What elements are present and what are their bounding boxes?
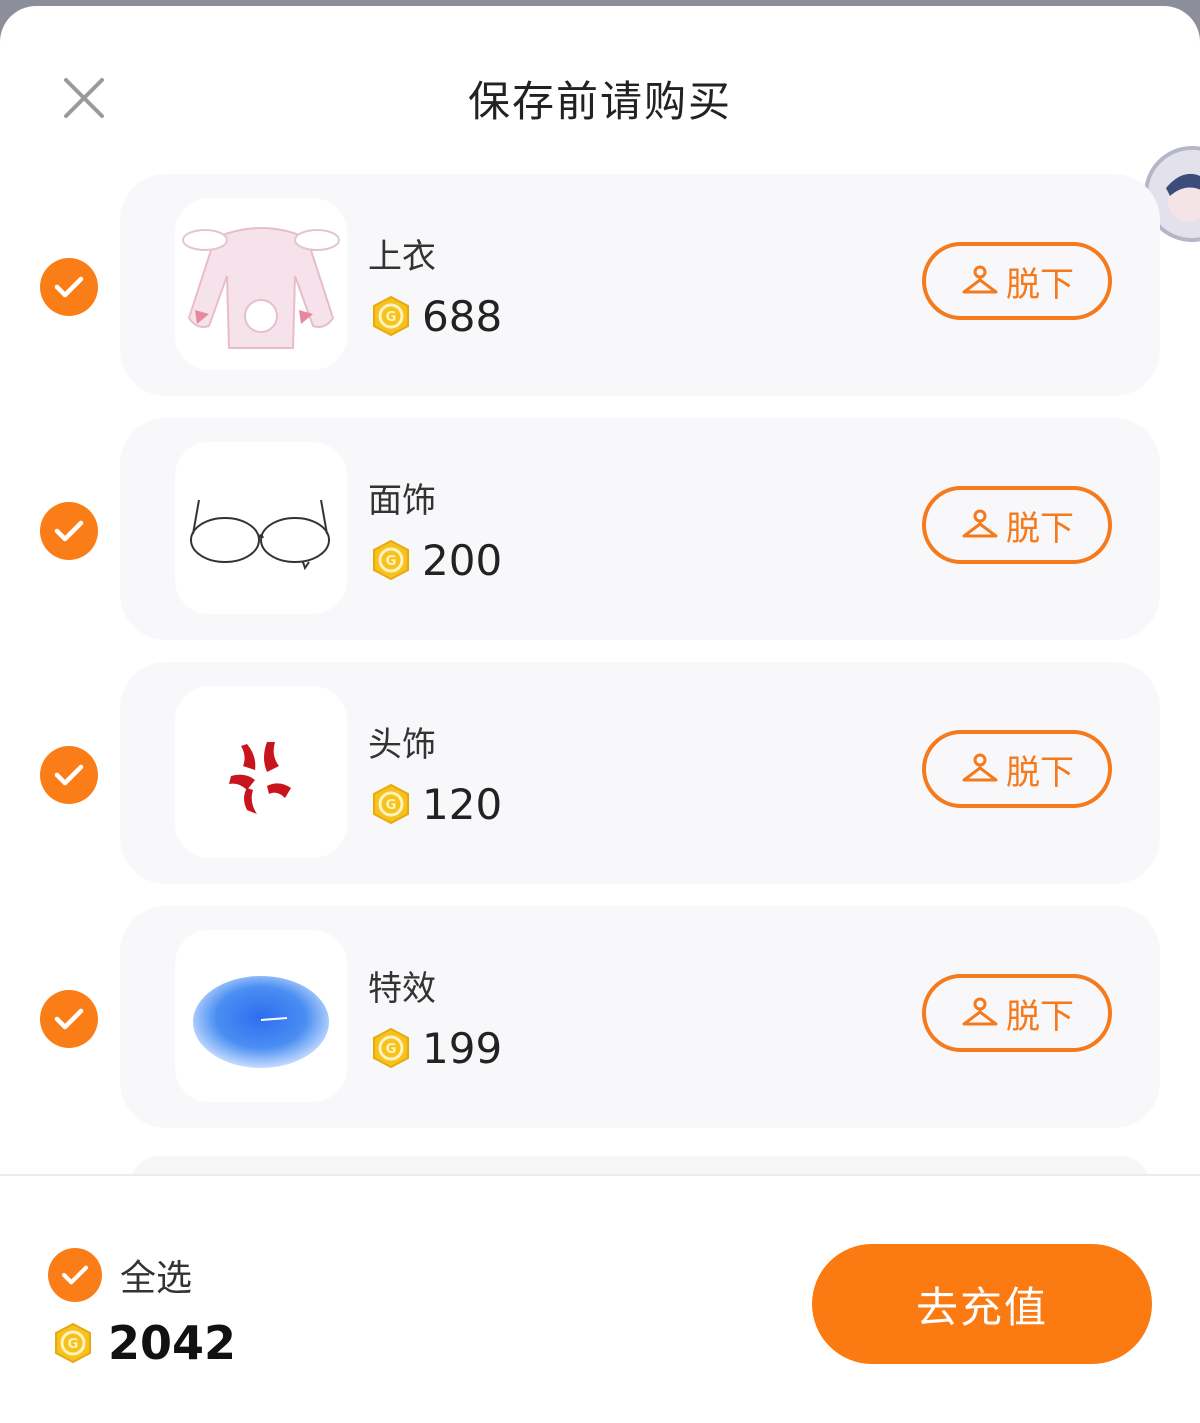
hanger-icon <box>962 509 998 538</box>
coin-icon: G <box>55 1322 91 1364</box>
item-price-value: 199 <box>422 1023 503 1073</box>
svg-text:G: G <box>386 310 397 325</box>
list-item: 特效 G 199 脱下 <box>120 906 1160 1128</box>
item-thumbnail-face <box>175 442 347 614</box>
list-item: 头饰 G 120 脱下 <box>120 662 1160 884</box>
item-name: 头饰 <box>368 725 436 765</box>
hanger-icon <box>962 753 998 782</box>
coin-icon: G <box>373 539 409 581</box>
svg-text:G: G <box>386 1042 397 1057</box>
unequip-label: 脱下 <box>1006 264 1074 305</box>
select-all-checkbox[interactable] <box>48 1248 102 1302</box>
svg-text:G: G <box>386 798 397 813</box>
unequip-button[interactable]: 脱下 <box>922 242 1112 320</box>
svg-text:G: G <box>386 554 397 569</box>
item-name: 上衣 <box>368 237 436 277</box>
check-icon <box>54 1008 84 1030</box>
hanger-icon <box>962 997 998 1026</box>
select-all-label: 全选 <box>120 1258 193 1299</box>
item-price-value: 200 <box>422 535 503 585</box>
check-icon <box>54 520 84 542</box>
list-item: 上衣 G 688 脱下 <box>120 174 1160 396</box>
purchase-dialog: 保存前请购买 上衣 G 688 脱下 面饰 G 200 脱下 头饰 G 120 … <box>0 6 1200 1423</box>
item-thumbnail-head <box>175 686 347 858</box>
select-all-toggle[interactable]: 全选 <box>48 1248 192 1302</box>
unequip-button[interactable]: 脱下 <box>922 730 1112 808</box>
item-price: G 120 <box>370 779 503 829</box>
item-name: 面饰 <box>368 481 436 521</box>
item-price: G 199 <box>370 1023 503 1073</box>
dialog-title: 保存前请购买 <box>467 77 732 126</box>
anger-symbol-image <box>229 742 291 814</box>
check-icon <box>54 764 84 786</box>
item-name: 特效 <box>368 969 436 1009</box>
unequip-label: 脱下 <box>1006 752 1074 793</box>
unequip-button[interactable]: 脱下 <box>922 974 1112 1052</box>
purchase-footer: 全选 G 2042 去充值 <box>0 1174 1200 1423</box>
svg-text:G: G <box>68 1337 79 1352</box>
item-checkbox-top[interactable] <box>40 258 98 316</box>
check-icon <box>61 1265 89 1285</box>
total-price: G 2042 <box>52 1316 236 1370</box>
unequip-label: 脱下 <box>1006 508 1074 549</box>
list-item: 面饰 G 200 脱下 <box>120 418 1160 640</box>
item-price: G 200 <box>370 535 503 585</box>
hanger-icon <box>962 265 998 294</box>
coin-icon: G <box>373 1027 409 1069</box>
item-checkbox-effect[interactable] <box>40 990 98 1048</box>
item-price-value: 120 <box>422 779 503 829</box>
recharge-button[interactable]: 去充值 <box>812 1244 1152 1364</box>
item-thumbnail-effect <box>175 930 347 1102</box>
unequip-label: 脱下 <box>1006 996 1074 1037</box>
total-price-value: 2042 <box>108 1316 237 1370</box>
unequip-button[interactable]: 脱下 <box>922 486 1112 564</box>
item-price-value: 688 <box>422 291 503 341</box>
check-icon <box>54 276 84 298</box>
coin-icon: G <box>373 783 409 825</box>
item-checkbox-head[interactable] <box>40 746 98 804</box>
top-clothing-image <box>182 227 340 349</box>
coin-icon: G <box>373 295 409 337</box>
item-price: G 688 <box>370 291 503 341</box>
glasses-image <box>190 499 330 571</box>
item-thumbnail-top <box>175 198 347 370</box>
item-checkbox-face[interactable] <box>40 502 98 560</box>
effect-image <box>193 976 329 1068</box>
